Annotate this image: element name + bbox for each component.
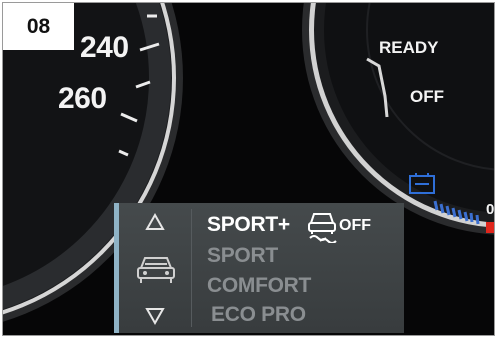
down-arrow-icon[interactable]	[145, 307, 165, 325]
dsc-traction-icon	[308, 213, 337, 243]
car-front-icon	[137, 257, 175, 283]
dsc-off-label: OFF	[339, 217, 371, 234]
ready-label: READY	[379, 38, 439, 57]
mode-eco-pro[interactable]: ECO PRO	[211, 303, 306, 327]
mode-comfort[interactable]: COMFORT	[207, 274, 311, 298]
speed-mark-260: 260	[58, 82, 107, 115]
up-arrow-icon[interactable]	[145, 213, 165, 231]
figure-number-badge: 08	[3, 3, 74, 50]
mode-sport-plus[interactable]: SPORT+	[207, 213, 290, 237]
instrument-cluster: 08 240 260 READY OFF 0 SPORT+ SPORT COMF…	[2, 2, 495, 336]
speed-mark-240: 240	[80, 31, 129, 64]
fuel-zero-label: 0	[486, 201, 495, 218]
drive-mode-panel: SPORT+ SPORT COMFORT ECO PRO OFF	[114, 203, 404, 333]
fuel-reserve-marker	[486, 222, 494, 233]
power-off-label: OFF	[410, 87, 444, 106]
panel-divider	[191, 209, 192, 327]
mode-sport[interactable]: SPORT	[207, 244, 278, 268]
